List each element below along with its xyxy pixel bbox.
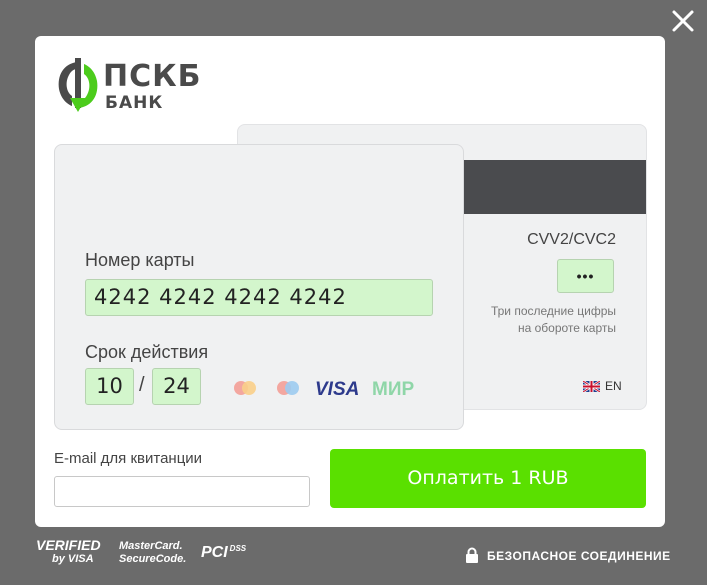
pci-dss-text: DSS bbox=[229, 544, 247, 553]
mastercard-icon bbox=[277, 381, 299, 395]
cvv-hint-line2: на обороте карты bbox=[517, 321, 616, 335]
payment-modal: ПСКБ БАНК CVV2/CVC2 ••• Три последние ци… bbox=[35, 36, 665, 527]
card-front: Номер карты 4242 4242 4242 4242 Срок дей… bbox=[54, 144, 464, 430]
pci-text: PCI bbox=[201, 544, 228, 561]
pci-dss-logo: PCI DSS bbox=[201, 544, 246, 562]
uk-flag-icon bbox=[583, 380, 600, 392]
bank-logo: ПСКБ БАНК bbox=[55, 56, 215, 116]
card-number-label: Номер карты bbox=[85, 250, 195, 270]
expiry-month-input[interactable]: 10 bbox=[85, 368, 134, 405]
secure-connection-text: БЕЗОПАСНОЕ СОЕДИНЕНИЕ bbox=[487, 548, 671, 563]
cvv-label: CVV2/CVC2 bbox=[527, 231, 616, 248]
verified-by-visa-logo: VERIFIED by VISA bbox=[36, 538, 101, 566]
maestro-icon bbox=[234, 381, 256, 395]
email-input[interactable] bbox=[54, 476, 310, 507]
language-switch[interactable]: EN bbox=[583, 379, 622, 393]
close-icon[interactable] bbox=[670, 8, 696, 34]
expiry-label: Срок действия bbox=[85, 342, 209, 362]
expiry-separator: / bbox=[139, 374, 145, 396]
card-number-input[interactable]: 4242 4242 4242 4242 bbox=[85, 279, 433, 316]
cvv-hint-line1: Три последние цифры bbox=[490, 304, 616, 318]
mastercard-securecode-text1: MasterCard. bbox=[119, 540, 183, 552]
email-label: E-mail для квитанции bbox=[54, 450, 203, 467]
secure-connection: БЕЗОПАСНОЕ СОЕДИНЕНИЕ bbox=[465, 547, 671, 564]
verified-by-visa-text: VERIFIED bbox=[36, 537, 101, 553]
bank-name-sub: БАНК bbox=[105, 93, 164, 113]
verified-by-visa-sub: by VISA bbox=[52, 553, 94, 565]
lock-icon bbox=[466, 547, 478, 563]
expiry-year-input[interactable]: 24 bbox=[152, 368, 201, 405]
visa-icon: VISA bbox=[315, 379, 359, 399]
cvv-hint: Три последние цифры на обороте карты bbox=[456, 303, 616, 337]
pay-button[interactable]: Оплатить 1 RUB bbox=[330, 449, 646, 508]
card-brands: VISA МИР bbox=[234, 379, 414, 399]
bank-name: ПСКБ bbox=[103, 59, 202, 94]
security-logos: VERIFIED by VISA MasterCard. SecureCode.… bbox=[36, 538, 276, 576]
mir-icon: МИР bbox=[372, 379, 414, 399]
cvv-input[interactable]: ••• bbox=[557, 259, 614, 293]
bank-logo-icon bbox=[58, 58, 98, 112]
mastercard-securecode-logo: MasterCard. SecureCode. bbox=[119, 540, 186, 566]
mastercard-securecode-text2: SecureCode. bbox=[119, 553, 187, 565]
language-code: EN bbox=[605, 379, 622, 393]
